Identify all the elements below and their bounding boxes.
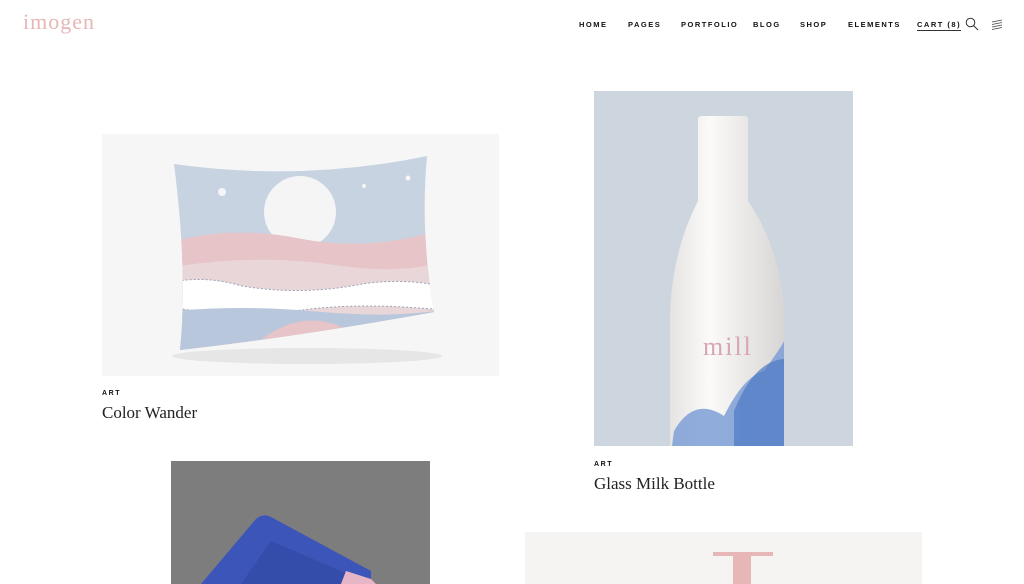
menu-icon[interactable] <box>990 17 1004 31</box>
pillow-illustration <box>172 156 442 364</box>
bottle-label-text: mill <box>703 332 753 361</box>
main-nav: HOME PAGES PORTFOLIO BLOG SHOP ELEMENTS … <box>0 20 1024 32</box>
bottle-illustration: mill <box>670 116 784 446</box>
nav-portfolio[interactable]: PORTFOLIO <box>681 20 738 29</box>
portfolio-title[interactable]: Color Wander <box>102 403 197 423</box>
envelope-illustration <box>201 515 376 584</box>
nav-elements[interactable]: ELEMENTS <box>848 20 901 29</box>
portfolio-image-blue-envelope[interactable] <box>171 461 430 584</box>
nav-pages[interactable]: PAGES <box>628 20 661 29</box>
portfolio-category[interactable]: ART <box>594 461 613 468</box>
portfolio-image-color-wander[interactable] <box>102 134 499 376</box>
nav-home[interactable]: HOME <box>579 20 608 29</box>
search-icon[interactable] <box>965 17 979 31</box>
nav-shop[interactable]: SHOP <box>800 20 827 29</box>
portfolio-image-letter[interactable] <box>525 532 922 584</box>
site-header: imogen HOME PAGES PORTFOLIO BLOG SHOP EL… <box>0 0 1024 50</box>
nav-blog[interactable]: BLOG <box>753 20 781 29</box>
nav-cart[interactable]: CART (8) <box>917 20 962 31</box>
portfolio-image-glass-milk-bottle[interactable]: mill <box>594 91 853 446</box>
portfolio-category[interactable]: ART <box>102 390 121 397</box>
portfolio-title[interactable]: Glass Milk Bottle <box>594 474 715 494</box>
letter-shape <box>713 552 773 584</box>
